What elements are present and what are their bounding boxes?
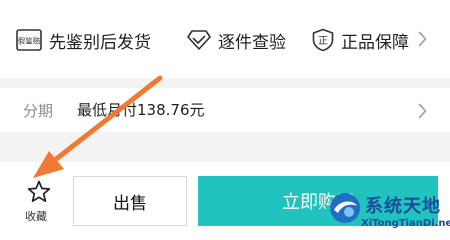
- guarantee-label-authenticate: 先鉴别后发货: [49, 32, 151, 53]
- sell-button[interactable]: 出售: [73, 176, 187, 226]
- section-divider: [0, 78, 450, 88]
- watermark: 系统天地 XiTongTianDi.net: [327, 188, 450, 240]
- guarantee-item-inspect: 逐件查验: [187, 27, 286, 53]
- section-divider: [0, 132, 450, 162]
- shield-icon-text: 正: [318, 36, 328, 47]
- certificate-icon: 假鉴赔: [16, 29, 42, 51]
- guarantee-item-authenticate: 假鉴赔 先鉴别后发货: [16, 27, 151, 53]
- chevron-right-icon: [418, 31, 427, 47]
- guarantee-item-genuine: 正 正品保障: [312, 27, 409, 53]
- watermark-title: 系统天地: [365, 196, 441, 217]
- guarantee-label-genuine: 正品保障: [341, 32, 409, 53]
- guarantee-bar[interactable]: 假鉴赔 先鉴别后发货 逐件查验 正 正品保障: [0, 0, 450, 78]
- installment-value: 最低月付138.76元: [77, 101, 205, 119]
- watermark-logo-icon: [330, 193, 360, 223]
- diamond-icon: [187, 30, 211, 50]
- favorite-button[interactable]: 收藏: [22, 178, 56, 226]
- shield-icon: 正: [312, 28, 334, 52]
- watermark-url: XiTongTianDi.net: [361, 218, 450, 229]
- star-icon: [27, 180, 51, 203]
- certificate-icon-text: 假鉴赔: [18, 36, 41, 46]
- favorite-label: 收藏: [25, 210, 47, 223]
- guarantee-label-inspect: 逐件查验: [218, 32, 286, 53]
- chevron-right-icon: [418, 103, 427, 119]
- installment-row[interactable]: 分期 最低月付138.76元: [0, 88, 450, 132]
- installment-label: 分期: [23, 102, 54, 120]
